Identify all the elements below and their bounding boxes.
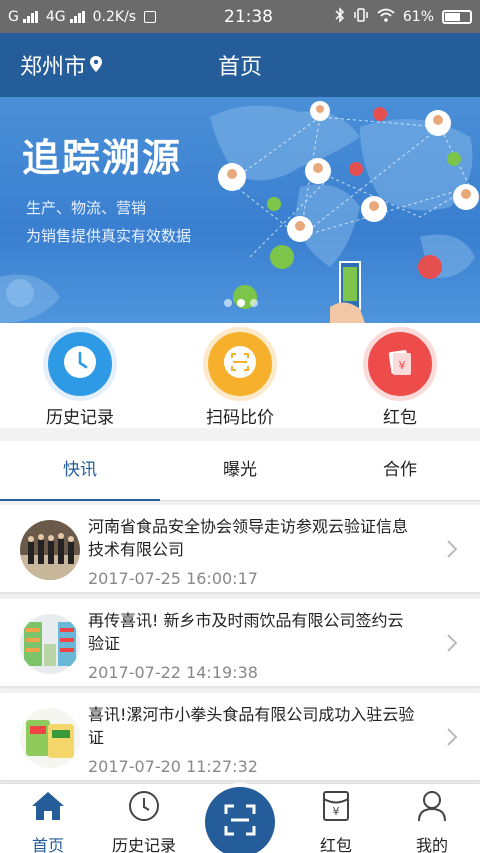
vibrate-icon	[353, 7, 369, 26]
news-title: 河南省食品安全协会领导走访参观云验证信息技术有限公司	[88, 517, 409, 559]
quick-action-red-envelope[interactable]: ¥ 红包	[340, 327, 460, 428]
promo-banner[interactable]: 追踪溯源 生产、物流、营销 为销售提供真实有效数据	[0, 97, 480, 323]
quick-action-scan-compare[interactable]: 扫码比价	[180, 327, 300, 428]
news-item[interactable]: 再传喜讯! 新乡市及时雨饮品有限公司签约云验证 2017-07-22 14:19…	[0, 599, 480, 687]
news-tabs: 快讯 曝光 合作	[0, 441, 480, 501]
tab-exposure[interactable]: 曝光	[160, 441, 320, 500]
quick-action-red-envelope-label: 红包	[383, 408, 417, 428]
nav-home-label: 首页	[31, 836, 64, 853]
status-left: G 4G 0.2K/s	[8, 9, 198, 25]
news-title: 喜讯!漯河市小拳头食品有限公司成功入驻云验证	[88, 705, 415, 747]
city-selector[interactable]: 郑州市	[20, 49, 103, 81]
nav-profile-label: 我的	[415, 836, 448, 853]
user-icon	[384, 788, 480, 824]
home-icon	[0, 788, 96, 824]
banner-subtitle-2: 为销售提供真实有效数据	[26, 227, 192, 245]
carrier1-label: G	[8, 8, 19, 25]
banner-title: 追踪溯源	[22, 136, 183, 180]
quick-action-history-label: 历史记录	[46, 408, 114, 428]
news-date: 2017-07-22 14:19:38	[88, 663, 258, 682]
red-envelope-icon: ¥	[288, 788, 384, 824]
status-bar: G 4G 0.2K/s 21:38 61%	[0, 0, 480, 33]
red-envelope-circle: ¥	[363, 327, 437, 401]
scan-icon	[223, 803, 257, 841]
news-title: 再传喜讯! 新乡市及时雨饮品有限公司签约云验证	[88, 611, 404, 653]
carousel-indicator	[224, 299, 258, 307]
signal-icon	[22, 10, 38, 23]
app-header: 郑州市 首页	[0, 33, 480, 97]
scan-icon	[222, 344, 258, 384]
news-item[interactable]: 喜讯!漯河市小拳头食品有限公司成功入驻云验证 2017-07-20 11:27:…	[0, 693, 480, 781]
news-thumbnail	[20, 708, 80, 768]
clock-time: 21:38	[224, 6, 273, 27]
clock-icon	[96, 788, 192, 824]
chevron-right-icon	[446, 539, 458, 559]
nav-history-label: 历史记录	[111, 836, 176, 853]
carrier2-label: 4G	[45, 8, 66, 25]
scan-compare-circle	[203, 327, 277, 401]
chevron-right-icon	[446, 727, 458, 747]
news-item[interactable]: 河南省食品安全协会领导走访参观云验证信息技术有限公司 2017-07-25 16…	[0, 505, 480, 593]
location-pin-icon	[90, 53, 103, 78]
clock-icon	[62, 344, 98, 384]
quick-actions: 历史记录 扫码比价 ¥ 红包	[0, 323, 480, 428]
battery-fill	[445, 12, 460, 21]
notification-icon	[144, 10, 157, 23]
news-date: 2017-07-25 16:00:17	[88, 569, 258, 588]
tab-cooperation[interactable]: 合作	[320, 441, 480, 500]
nav-red-envelope[interactable]: ¥ 红包	[288, 788, 384, 853]
nav-red-envelope-label: 红包	[319, 836, 352, 853]
news-date: 2017-07-20 11:27:32	[88, 757, 258, 776]
bluetooth-icon	[335, 6, 345, 27]
battery-icon	[442, 9, 472, 24]
quick-action-scan-label: 扫码比价	[206, 408, 274, 428]
scan-button[interactable]	[205, 787, 275, 853]
tab-flash-news[interactable]: 快讯	[0, 441, 160, 501]
carousel-dot[interactable]	[224, 299, 232, 307]
status-right: 61%	[335, 6, 472, 27]
news-thumbnail	[20, 614, 80, 674]
battery-percent: 61%	[402, 8, 434, 25]
chevron-right-icon	[446, 633, 458, 653]
wifi-icon	[377, 8, 395, 26]
svg-text:¥: ¥	[333, 805, 340, 818]
quick-action-history[interactable]: 历史记录	[20, 327, 140, 428]
carousel-dot[interactable]	[250, 299, 258, 307]
network-speed: 0.2K/s	[92, 8, 137, 25]
carousel-dot[interactable]	[237, 299, 245, 307]
nav-history[interactable]: 历史记录	[96, 788, 192, 853]
banner-subtitle-1: 生产、物流、营销	[26, 199, 147, 217]
city-label: 郑州市	[20, 55, 87, 80]
nav-home[interactable]: 首页	[0, 788, 96, 853]
nav-profile[interactable]: 我的	[384, 788, 480, 853]
history-circle	[43, 327, 117, 401]
signal-icon-2	[69, 10, 85, 23]
red-envelope-icon: ¥	[382, 344, 418, 384]
news-thumbnail	[20, 520, 80, 580]
svg-text:¥: ¥	[399, 359, 406, 372]
